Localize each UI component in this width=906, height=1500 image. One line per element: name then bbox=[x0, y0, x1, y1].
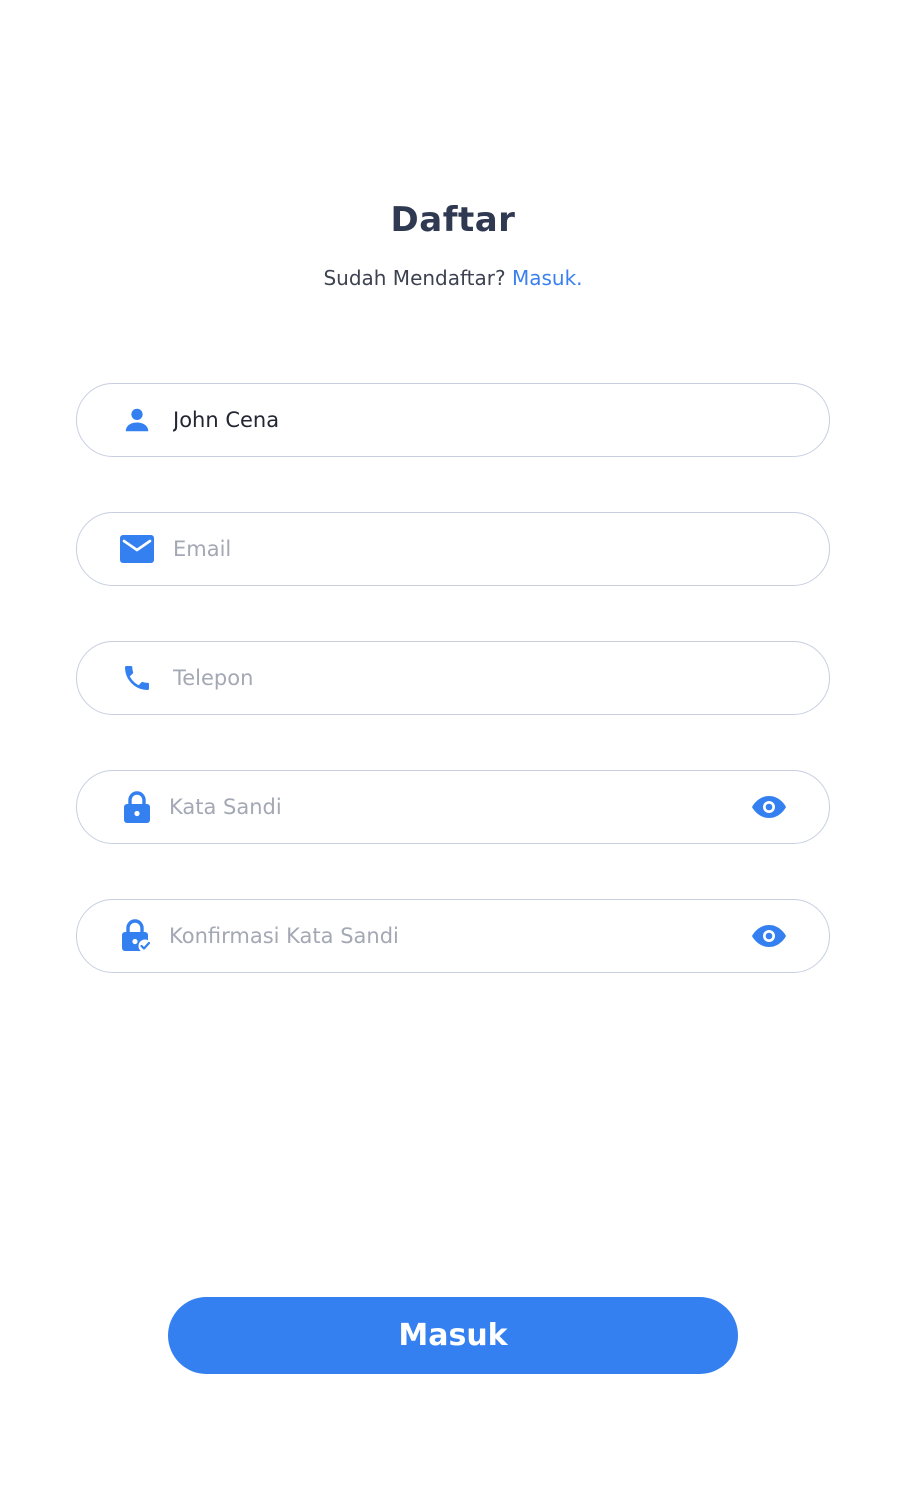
eye-icon[interactable] bbox=[749, 916, 789, 956]
login-prompt: Sudah Mendaftar? Masuk. bbox=[0, 266, 906, 290]
mail-icon bbox=[119, 531, 155, 567]
password-field[interactable] bbox=[76, 770, 830, 844]
name-input[interactable] bbox=[173, 384, 739, 456]
phone-input[interactable] bbox=[173, 642, 739, 714]
page-title: Daftar bbox=[390, 200, 516, 240]
register-screen: Daftar Sudah Mendaftar? Masuk. John Cena… bbox=[0, 0, 906, 1500]
phone-field[interactable] bbox=[76, 641, 830, 715]
password-input[interactable] bbox=[169, 771, 739, 843]
person-icon bbox=[119, 402, 155, 438]
name-field[interactable] bbox=[76, 383, 830, 457]
email-input[interactable] bbox=[173, 513, 739, 585]
lock-icon bbox=[119, 789, 155, 825]
email-field[interactable] bbox=[76, 512, 830, 586]
phone-icon bbox=[119, 660, 155, 696]
confirm-password-field[interactable] bbox=[76, 899, 830, 973]
confirm-password-input[interactable] bbox=[169, 900, 739, 972]
submit-button[interactable]: Masuk bbox=[168, 1297, 738, 1374]
eye-icon[interactable] bbox=[749, 787, 789, 827]
lock-check-icon bbox=[119, 918, 155, 954]
login-link[interactable]: Masuk. bbox=[512, 266, 583, 290]
login-prompt-text: Sudah Mendaftar? bbox=[323, 266, 506, 290]
